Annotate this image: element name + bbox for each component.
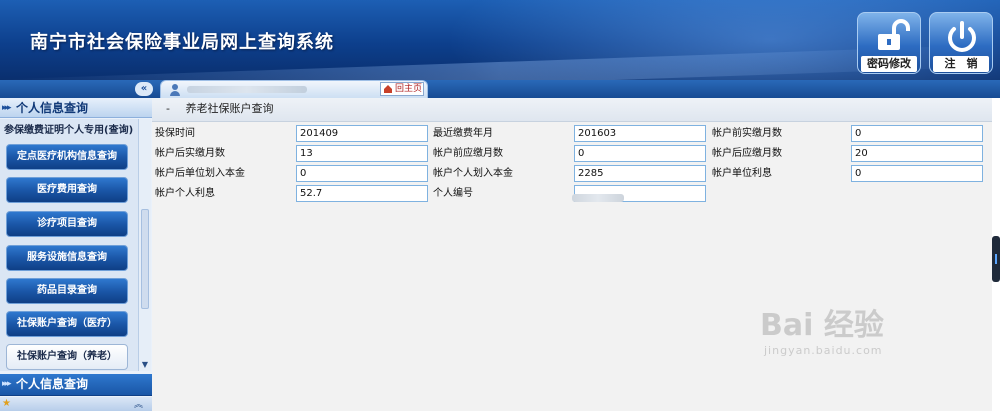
employer-principal-field[interactable] (296, 165, 428, 182)
post-account-due-months-field[interactable] (851, 145, 983, 162)
sidebar-item-medical-expenses[interactable]: 医疗费用查询 (6, 177, 128, 203)
field-label: 个人编号 (433, 188, 473, 199)
double-chevron-icon: ▸▸▸ (2, 103, 11, 113)
star-icon: ★ (2, 398, 11, 409)
page-scroll-handle[interactable] (992, 236, 1000, 282)
scroll-indicator (995, 254, 997, 264)
field-label: 帐户前应缴月数 (433, 148, 503, 159)
scroll-down-icon[interactable]: ▼ (140, 360, 150, 370)
post-account-paid-months-field[interactable] (296, 145, 428, 162)
sidebar-section-title: 个人信息查询 (16, 101, 89, 115)
sidebar-item-medical-account[interactable]: 社保账户查询（医疗） (6, 311, 128, 337)
change-password-label: 密码修改 (861, 56, 917, 72)
sidebar-section-header[interactable]: ▸▸▸ 个人信息查询 (0, 98, 152, 118)
watermark: Bai 经验 jingyan.baidu.com (760, 300, 884, 357)
logout-label: 注 销 (933, 56, 989, 72)
double-chevron-icon: ▸▸▸ (2, 379, 11, 389)
double-up-chevron-icon[interactable]: ︽ (134, 397, 143, 410)
section-collapse-indicator[interactable]: - (166, 102, 170, 115)
field-label: 帐户前实缴月数 (712, 128, 782, 139)
sidebar: ▸▸▸ 个人信息查询 参保缴费证明个人专用(查询) 定点医疗机构信息查询 医疗费… (0, 98, 152, 411)
user-icon (170, 84, 180, 96)
scrollbar-thumb[interactable] (141, 209, 149, 309)
pre-account-due-months-field[interactable] (574, 145, 706, 162)
header-banner: 南宁市社会保险事业局网上查询系统 密码修改 注 销 (0, 0, 1000, 80)
sidebar-item-treatment-items[interactable]: 诊疗项目查询 (6, 211, 128, 237)
personal-principal-field[interactable] (574, 165, 706, 182)
logout-button[interactable]: 注 销 (929, 12, 993, 74)
personal-interest-field[interactable] (296, 185, 428, 202)
unlock-icon (878, 19, 910, 50)
field-label: 帐户后单位划入本金 (155, 168, 245, 179)
field-label: 帐户个人划入本金 (433, 168, 513, 179)
sidebar-item-drug-catalog[interactable]: 药品目录查询 (6, 278, 128, 304)
sidebar-menu: 参保缴费证明个人专用(查询) 定点医疗机构信息查询 医疗费用查询 诊疗项目查询 … (0, 119, 138, 371)
section-title-bar: - 养老社保账户查询 (152, 98, 992, 122)
personal-id-redacted (572, 194, 624, 202)
sidebar-footer: ★ ︽ (0, 397, 152, 411)
field-label: 帐户个人利息 (155, 188, 215, 199)
power-icon (948, 21, 976, 52)
sidebar-item-designated-medical-institution[interactable]: 定点医疗机构信息查询 (6, 144, 128, 170)
sidebar-item-truncated[interactable]: 参保缴费证明个人专用(查询) (4, 121, 134, 136)
watermark-brand: Bai 经验 (760, 308, 884, 343)
field-label: 投保时间 (155, 128, 195, 139)
main-panel: - 养老社保账户查询 投保时间 最近缴费年月 帐户前实缴月数 帐户后实缴月数 帐… (152, 98, 992, 411)
username-redacted (187, 86, 307, 93)
home-button[interactable]: 回主页 (380, 82, 424, 96)
sidebar-scrollbar[interactable]: ▼ (138, 119, 151, 371)
enrollment-date-field[interactable] (296, 125, 428, 142)
pre-account-paid-months-field[interactable] (851, 125, 983, 142)
employer-interest-field[interactable] (851, 165, 983, 182)
section-title: 养老社保账户查询 (185, 102, 274, 115)
field-label: 帐户单位利息 (712, 168, 772, 179)
sidebar-section-header-2[interactable]: ▸▸▸ 个人信息查询 (0, 374, 152, 396)
last-payment-month-field[interactable] (574, 125, 706, 142)
change-password-button[interactable]: 密码修改 (857, 12, 921, 74)
sidebar-section-title-2: 个人信息查询 (16, 377, 89, 391)
field-label: 最近缴费年月 (433, 128, 493, 139)
field-label: 帐户后应缴月数 (712, 148, 782, 159)
collapse-sidebar-button[interactable]: « (135, 82, 153, 96)
sidebar-item-service-facilities[interactable]: 服务设施信息查询 (6, 245, 128, 271)
watermark-url: jingyan.baidu.com (764, 344, 883, 357)
sidebar-item-pension-account[interactable]: 社保账户查询（养老） (6, 344, 128, 370)
field-label: 帐户后实缴月数 (155, 148, 225, 159)
home-icon (384, 85, 392, 93)
home-button-label: 回主页 (395, 84, 423, 94)
site-title: 南宁市社会保险事业局网上查询系统 (30, 32, 334, 53)
